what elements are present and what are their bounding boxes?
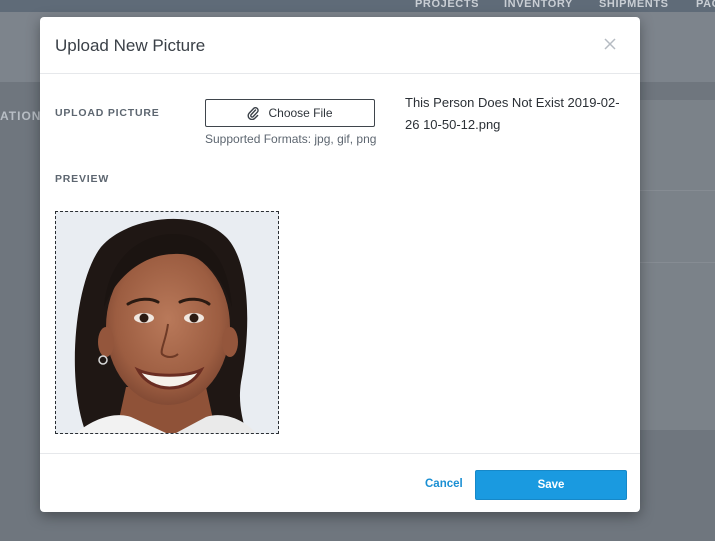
choose-file-button[interactable]: Choose File (205, 99, 375, 127)
nav-item-projects: PROJECTS (415, 0, 480, 10)
close-button[interactable] (600, 34, 620, 54)
preview-image (55, 211, 279, 434)
modal-footer: Cancel Save (40, 453, 640, 513)
upload-picture-label: UPLOAD PICTURE (55, 107, 160, 119)
modal-title: Upload New Picture (55, 36, 206, 55)
background-top-nav: PROJECTS INVENTORY SHIPMENTS PAC (0, 0, 715, 12)
modal-header: Upload New Picture (40, 17, 640, 74)
paperclip-icon (247, 107, 260, 120)
save-button[interactable]: Save (475, 470, 627, 500)
save-button-label: Save (537, 479, 565, 491)
selected-filename: This Person Does Not Exist 2019-02-26 10… (405, 95, 620, 132)
portrait-photo (56, 212, 278, 433)
nav-item-partial: PAC (696, 0, 715, 10)
close-icon (604, 38, 616, 50)
choose-file-label: Choose File (268, 106, 333, 120)
supported-formats-text: Supported Formats: jpg, gif, png (205, 132, 377, 146)
preview-label: PREVIEW (55, 173, 110, 185)
cancel-button[interactable]: Cancel (425, 478, 463, 490)
nav-item-shipments: SHIPMENTS (599, 0, 669, 10)
nav-item-inventory: INVENTORY (504, 0, 573, 10)
background-label-fragment: ATION (0, 109, 42, 123)
upload-picture-modal: Upload New Picture UPLOAD PICTURE Choose… (40, 17, 640, 512)
